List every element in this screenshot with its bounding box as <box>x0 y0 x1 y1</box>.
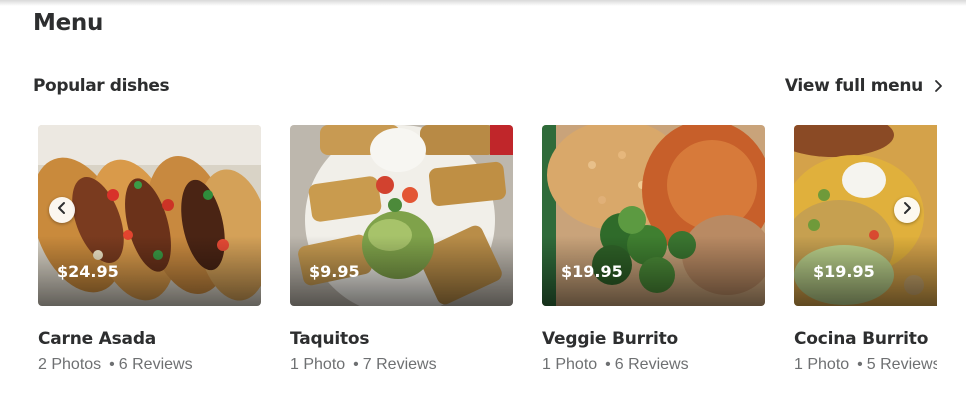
dish-photo[interactable]: $9.95 <box>290 125 513 306</box>
photo-count[interactable]: 1 Photo <box>290 356 345 373</box>
dish-name[interactable]: Taquitos <box>290 329 513 349</box>
meta-separator: • <box>857 356 863 373</box>
dish-card-cocina-burrito[interactable]: $19.95 Cocina Burrito 1 Photo • 5 Reviews <box>794 125 937 374</box>
dish-name[interactable]: Cocina Burrito <box>794 329 937 349</box>
photo-count[interactable]: 1 Photo <box>542 356 597 373</box>
dish-price: $19.95 <box>561 262 623 281</box>
carousel-next-button[interactable] <box>894 197 920 223</box>
carousel-prev-button[interactable] <box>49 197 75 223</box>
dish-price: $24.95 <box>57 262 119 281</box>
popular-dishes-title: Popular dishes <box>33 76 170 96</box>
chevron-right-icon <box>933 79 943 93</box>
dish-name[interactable]: Carne Asada <box>38 329 261 349</box>
dish-card-carne-asada[interactable]: $24.95 Carne Asada 2 Photos • 6 Reviews <box>38 125 261 374</box>
review-count[interactable]: 5 Reviews <box>867 356 937 373</box>
review-count[interactable]: 7 Reviews <box>363 356 437 373</box>
dish-price: $9.95 <box>309 262 360 281</box>
meta-separator: • <box>605 356 611 373</box>
dish-meta: 2 Photos • 6 Reviews <box>38 356 261 374</box>
dish-meta: 1 Photo • 7 Reviews <box>290 356 513 374</box>
chevron-right-icon <box>902 201 912 220</box>
photo-count[interactable]: 1 Photo <box>794 356 849 373</box>
view-full-menu-link[interactable]: View full menu <box>785 76 943 96</box>
chevron-left-icon <box>57 201 67 220</box>
view-full-menu-label: View full menu <box>784 76 923 96</box>
photo-count[interactable]: 2 Photos <box>38 356 101 373</box>
review-count[interactable]: 6 Reviews <box>615 356 689 373</box>
dish-price: $19.95 <box>813 262 875 281</box>
meta-separator: • <box>353 356 359 373</box>
popular-dishes-header: Popular dishes View full menu <box>33 72 943 100</box>
dish-photo[interactable]: $19.95 <box>542 125 765 306</box>
dishes-carousel[interactable]: $24.95 Carne Asada 2 Photos•6 Reviews <box>38 125 937 385</box>
dish-name[interactable]: Veggie Burrito <box>542 329 765 349</box>
dish-meta: 1 Photo • 5 Reviews <box>794 356 937 374</box>
top-divider <box>0 0 966 6</box>
section-title: Menu <box>33 10 104 36</box>
dish-meta: 1 Photo • 6 Reviews <box>542 356 765 374</box>
dish-card-taquitos[interactable]: $9.95 Taquitos 1 Photo • 7 Reviews <box>290 125 513 374</box>
review-count[interactable]: 6 Reviews <box>119 356 193 373</box>
meta-separator: • <box>109 356 115 373</box>
dish-card-veggie-burrito[interactable]: $19.95 Veggie Burrito 1 Photo • 6 Reviews <box>542 125 765 374</box>
